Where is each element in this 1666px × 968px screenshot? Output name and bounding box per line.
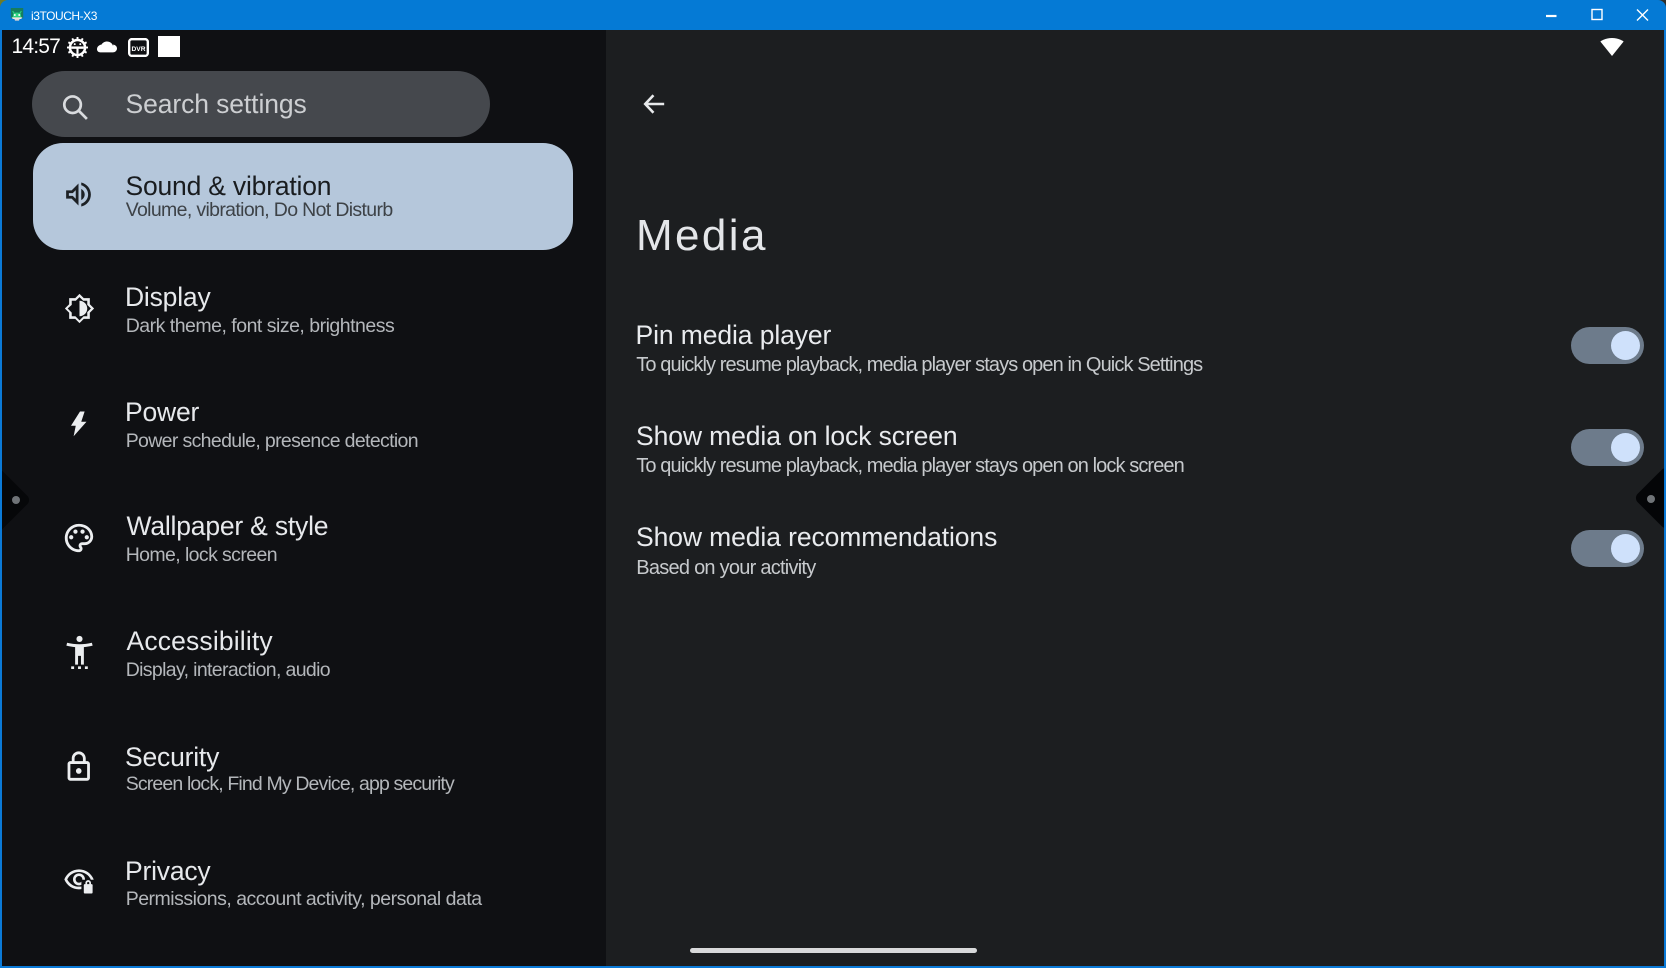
svg-text:DVR: DVR (131, 45, 145, 52)
